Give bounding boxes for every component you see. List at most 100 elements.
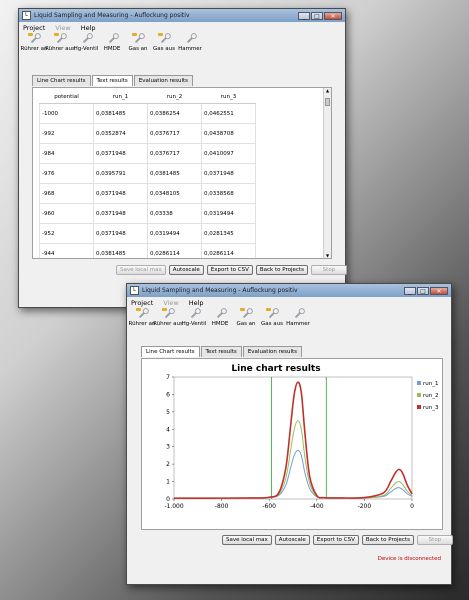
table-cell[interactable]: 0,0319494 xyxy=(147,223,202,244)
table-cell[interactable]: -960 xyxy=(39,203,94,224)
column-header[interactable]: run_3 xyxy=(201,90,256,104)
table-cell[interactable]: 0,0281345 xyxy=(201,223,256,244)
save-local-max-button[interactable]: Save local max xyxy=(116,265,166,275)
vertical-scrollbar[interactable]: ▲ ▼ xyxy=(323,88,331,258)
table-row[interactable]: -984 0,0371948 0,0376717 0,0410097 xyxy=(39,143,256,164)
wrench-icon xyxy=(240,308,252,320)
back-to-projects-button[interactable]: Back to Projects xyxy=(255,265,308,275)
stop-button[interactable]: Stop xyxy=(416,535,453,545)
stop-button[interactable]: Stop xyxy=(310,265,347,275)
tool-ruehrer-aus[interactable]: Rührer aus xyxy=(45,33,75,52)
tool-hg-ventil[interactable]: Hg-Ventil xyxy=(182,308,206,327)
table-row[interactable]: -952 0,0371948 0,0319494 0,0281345 xyxy=(39,223,256,244)
table-cell[interactable]: 0,0286114 xyxy=(147,243,202,258)
tool-gas-aus[interactable]: Gas aus xyxy=(153,33,175,52)
minimize-button[interactable]: _ xyxy=(298,11,310,20)
menu-view[interactable]: View xyxy=(55,24,70,32)
table-cell[interactable]: 0,0381485 xyxy=(93,243,148,258)
table-cell[interactable]: 0,0319494 xyxy=(201,203,256,224)
tool-hmde[interactable]: HMDE xyxy=(101,33,123,52)
table-cell[interactable]: 0,0352874 xyxy=(93,123,148,144)
export-csv-button[interactable]: Export to CSV xyxy=(312,535,359,545)
export-csv-button[interactable]: Export to CSV xyxy=(206,265,253,275)
table-row[interactable]: -1000 0,0381485 0,0386254 0,0462551 xyxy=(39,103,256,124)
table-cell[interactable]: 0,0371948 xyxy=(93,203,148,224)
table-cell[interactable]: 0,0381485 xyxy=(147,163,202,184)
table-cell[interactable]: -1000 xyxy=(39,103,94,124)
table-cell[interactable]: 0,0286114 xyxy=(201,243,256,258)
table-cell[interactable]: 0,0381485 xyxy=(93,103,148,124)
tab-text-results[interactable]: Text results xyxy=(200,346,242,357)
tab-evaluation-results[interactable]: Evaluation results xyxy=(133,75,194,86)
action-buttons: Save local max Autoscale Export to CSV B… xyxy=(116,265,347,275)
title-bar[interactable]: L Liquid Sampling and Measuring - Aufloc… xyxy=(127,284,451,297)
back-to-projects-button[interactable]: Back to Projects xyxy=(361,535,414,545)
tool-hammer[interactable]: Hammer xyxy=(286,308,310,327)
tool-gas-an[interactable]: Gas an xyxy=(235,308,257,327)
title-bar[interactable]: L Liquid Sampling and Measuring - Aufloc… xyxy=(19,9,345,22)
close-button[interactable]: ✕ xyxy=(324,11,342,20)
tool-ruehrer-an[interactable]: Rührer an xyxy=(21,33,47,52)
column-header[interactable]: potential xyxy=(39,90,94,104)
table-row[interactable]: -944 0,0381485 0,0286114 0,0286114 xyxy=(39,243,256,258)
tool-hmde[interactable]: HMDE xyxy=(209,308,231,327)
table-cell[interactable]: 0,0371948 xyxy=(93,183,148,204)
table-cell[interactable]: -984 xyxy=(39,143,94,164)
menu-project[interactable]: Project xyxy=(131,299,153,307)
table-cell[interactable]: 0,0376717 xyxy=(147,143,202,164)
tab-line-chart-results[interactable]: Line Chart results xyxy=(32,75,91,86)
menu-project[interactable]: Project xyxy=(23,24,45,32)
table-cell[interactable]: -952 xyxy=(39,223,94,244)
tab-evaluation-results[interactable]: Evaluation results xyxy=(242,346,303,357)
table-cell[interactable]: 0,0371948 xyxy=(93,143,148,164)
table-cell[interactable]: 0,0348105 xyxy=(147,183,202,204)
table-row[interactable]: -968 0,0371948 0,0348105 0,0338568 xyxy=(39,183,256,204)
table-cell[interactable]: 0,0371948 xyxy=(93,223,148,244)
table-cell[interactable]: -992 xyxy=(39,123,94,144)
table-row[interactable]: -960 0,0371948 0,03338 0,0319494 xyxy=(39,203,256,224)
autoscale-button[interactable]: Autoscale xyxy=(274,535,310,545)
close-button[interactable]: ✕ xyxy=(430,286,448,295)
table-cell[interactable]: 0,0338568 xyxy=(201,183,256,204)
scroll-thumb[interactable] xyxy=(325,98,330,106)
tool-hg-ventil[interactable]: Hg-Ventil xyxy=(74,33,98,52)
tab-text-results[interactable]: Text results xyxy=(91,75,133,86)
table-cell[interactable]: 0,0376717 xyxy=(147,123,202,144)
maximize-button[interactable]: □ xyxy=(311,11,323,20)
table-cell[interactable]: -944 xyxy=(39,243,94,258)
table-cell[interactable]: 0,0438708 xyxy=(201,123,256,144)
scroll-up-arrow-icon[interactable]: ▲ xyxy=(324,88,331,93)
table-cell[interactable]: 0,0462551 xyxy=(201,103,256,124)
table-cell[interactable]: 0,0395791 xyxy=(93,163,148,184)
tab-line-chart-results[interactable]: Line Chart results xyxy=(141,346,200,357)
menu-view[interactable]: View xyxy=(163,299,178,307)
tool-ruehrer-aus[interactable]: Rührer aus xyxy=(153,308,183,327)
device-status: Device is disconnected xyxy=(377,556,441,562)
wrench-icon xyxy=(162,308,174,320)
table-cell[interactable]: -976 xyxy=(39,163,94,184)
column-header[interactable]: run_1 xyxy=(93,90,148,104)
tool-ruehrer-an[interactable]: Rührer an xyxy=(129,308,155,327)
window-line-chart-results: L Liquid Sampling and Measuring - Aufloc… xyxy=(126,283,453,585)
wrench-icon xyxy=(158,33,170,45)
tool-gas-an[interactable]: Gas an xyxy=(127,33,149,52)
menu-bar: Project View Help xyxy=(19,22,345,33)
tool-gas-aus[interactable]: Gas aus xyxy=(261,308,283,327)
table-cell[interactable]: 0,0386254 xyxy=(147,103,202,124)
table-cell[interactable]: -968 xyxy=(39,183,94,204)
save-local-max-button[interactable]: Save local max xyxy=(222,535,272,545)
table-cell[interactable]: 0,03338 xyxy=(147,203,202,224)
table-cell[interactable]: 0,0410097 xyxy=(201,143,256,164)
menu-help[interactable]: Help xyxy=(189,299,204,307)
autoscale-button[interactable]: Autoscale xyxy=(168,265,204,275)
table-cell[interactable]: 0,0371948 xyxy=(201,163,256,184)
minimize-button[interactable]: _ xyxy=(404,286,416,295)
menu-help[interactable]: Help xyxy=(81,24,96,32)
column-header[interactable]: run_2 xyxy=(147,90,202,104)
maximize-button[interactable]: □ xyxy=(417,286,429,295)
tool-hammer[interactable]: Hammer xyxy=(178,33,202,52)
table-row[interactable]: -992 0,0352874 0,0376717 0,0438708 xyxy=(39,123,256,144)
scroll-down-arrow-icon[interactable]: ▼ xyxy=(324,253,331,258)
app-icon: L xyxy=(22,11,31,20)
table-row[interactable]: -976 0,0395791 0,0381485 0,0371948 xyxy=(39,163,256,184)
